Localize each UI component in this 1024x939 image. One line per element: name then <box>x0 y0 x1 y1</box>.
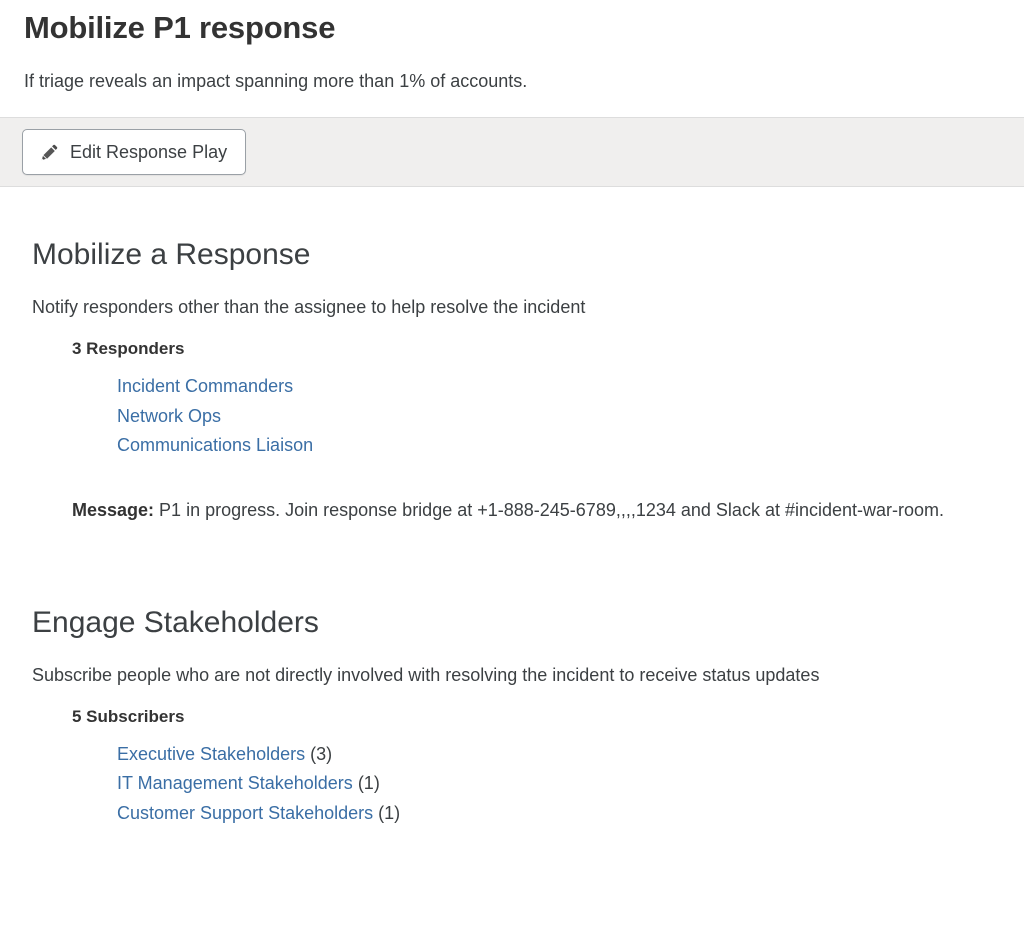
main-content: Mobilize a Response Notify responders ot… <box>0 187 1024 828</box>
subscribers-count-label: 5 Subscribers <box>72 706 185 726</box>
subscriber-count: (3) <box>305 743 333 764</box>
responder-link-incident-commanders[interactable]: Incident Commanders <box>117 376 293 396</box>
responders-block: 3 Responders Incident Commanders Network… <box>24 320 1000 525</box>
list-item: IT Management Stakeholders (1) <box>117 769 1000 799</box>
list-item: Executive Stakeholders (3) <box>117 740 1000 770</box>
subscribers-block: 5 Subscribers Executive Stakeholders (3)… <box>24 688 1000 829</box>
notification-message: Message: P1 in progress. Join response b… <box>72 479 952 525</box>
section-description: Notify responders other than the assigne… <box>32 297 586 317</box>
list-item: Customer Support Stakeholders (1) <box>117 799 1000 829</box>
page-title: Mobilize P1 response <box>24 10 336 45</box>
subscriber-link-executive-stakeholders[interactable]: Executive Stakeholders <box>117 744 305 764</box>
list-item: Communications Liaison <box>117 431 1000 461</box>
pencil-icon <box>40 143 59 162</box>
section-title: Mobilize a Response <box>32 238 311 271</box>
edit-response-play-button[interactable]: Edit Response Play <box>22 129 247 175</box>
edit-response-play-label: Edit Response Play <box>70 141 228 162</box>
subscriber-link-it-management-stakeholders[interactable]: IT Management Stakeholders <box>117 773 353 793</box>
section-description: Subscribe people who are not directly in… <box>32 664 820 685</box>
list-item: Incident Commanders <box>117 372 1000 402</box>
subscriber-count: (1) <box>373 802 401 823</box>
subscriber-count: (1) <box>352 773 380 793</box>
subscriber-link-customer-support-stakeholders[interactable]: Customer Support Stakeholders <box>117 803 373 823</box>
message-label: Message: <box>72 499 155 520</box>
responders-list: Incident Commanders Network Ops Communic… <box>72 362 1000 461</box>
subscribers-list: Executive Stakeholders (3) IT Management… <box>72 730 1000 829</box>
page-header: Mobilize P1 response If triage reveals a… <box>0 0 1024 94</box>
responder-link-network-ops[interactable]: Network Ops <box>117 406 221 426</box>
action-toolbar: Edit Response Play <box>0 117 1024 187</box>
responder-link-communications-liaison[interactable]: Communications Liaison <box>117 435 313 455</box>
section-title: Engage Stakeholders <box>32 605 319 639</box>
page-subtitle: If triage reveals an impact spanning mor… <box>24 71 528 91</box>
section-engage-stakeholders: Engage Stakeholders Subscribe people who… <box>24 603 1000 829</box>
list-item: Network Ops <box>117 402 1000 432</box>
section-mobilize-a-response: Mobilize a Response Notify responders ot… <box>24 235 1000 525</box>
responders-count-label: 3 Responders <box>72 339 185 358</box>
message-text: P1 in progress. Join response bridge at … <box>154 499 945 520</box>
